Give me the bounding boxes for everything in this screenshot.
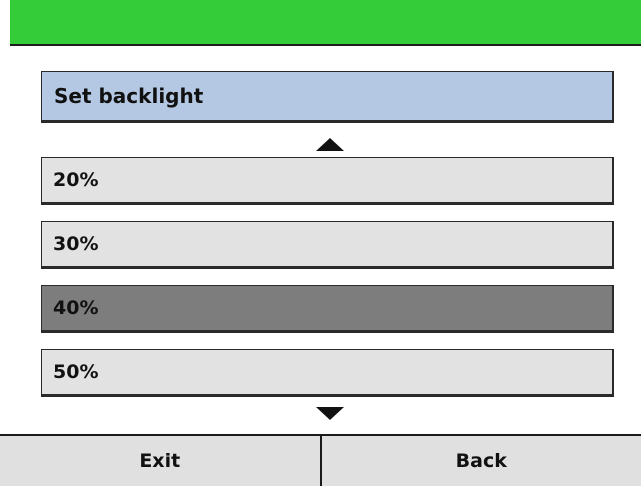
- menu-item-40[interactable]: 40%: [41, 285, 614, 333]
- menu-item-50[interactable]: 50%: [41, 349, 614, 397]
- scroll-down-icon[interactable]: [316, 407, 344, 420]
- exit-button[interactable]: Exit: [0, 436, 322, 486]
- scroll-up-icon[interactable]: [316, 138, 344, 151]
- menu-item-20[interactable]: 20%: [41, 157, 614, 205]
- menu-title: Set backlight: [41, 71, 614, 123]
- back-button[interactable]: Back: [322, 436, 641, 486]
- softkey-bar: Exit Back: [0, 434, 641, 486]
- status-bar: [10, 0, 641, 46]
- backlight-screen: Set backlight 20% 30% 40% 50% Exit Back: [0, 0, 641, 486]
- menu-item-30[interactable]: 30%: [41, 221, 614, 269]
